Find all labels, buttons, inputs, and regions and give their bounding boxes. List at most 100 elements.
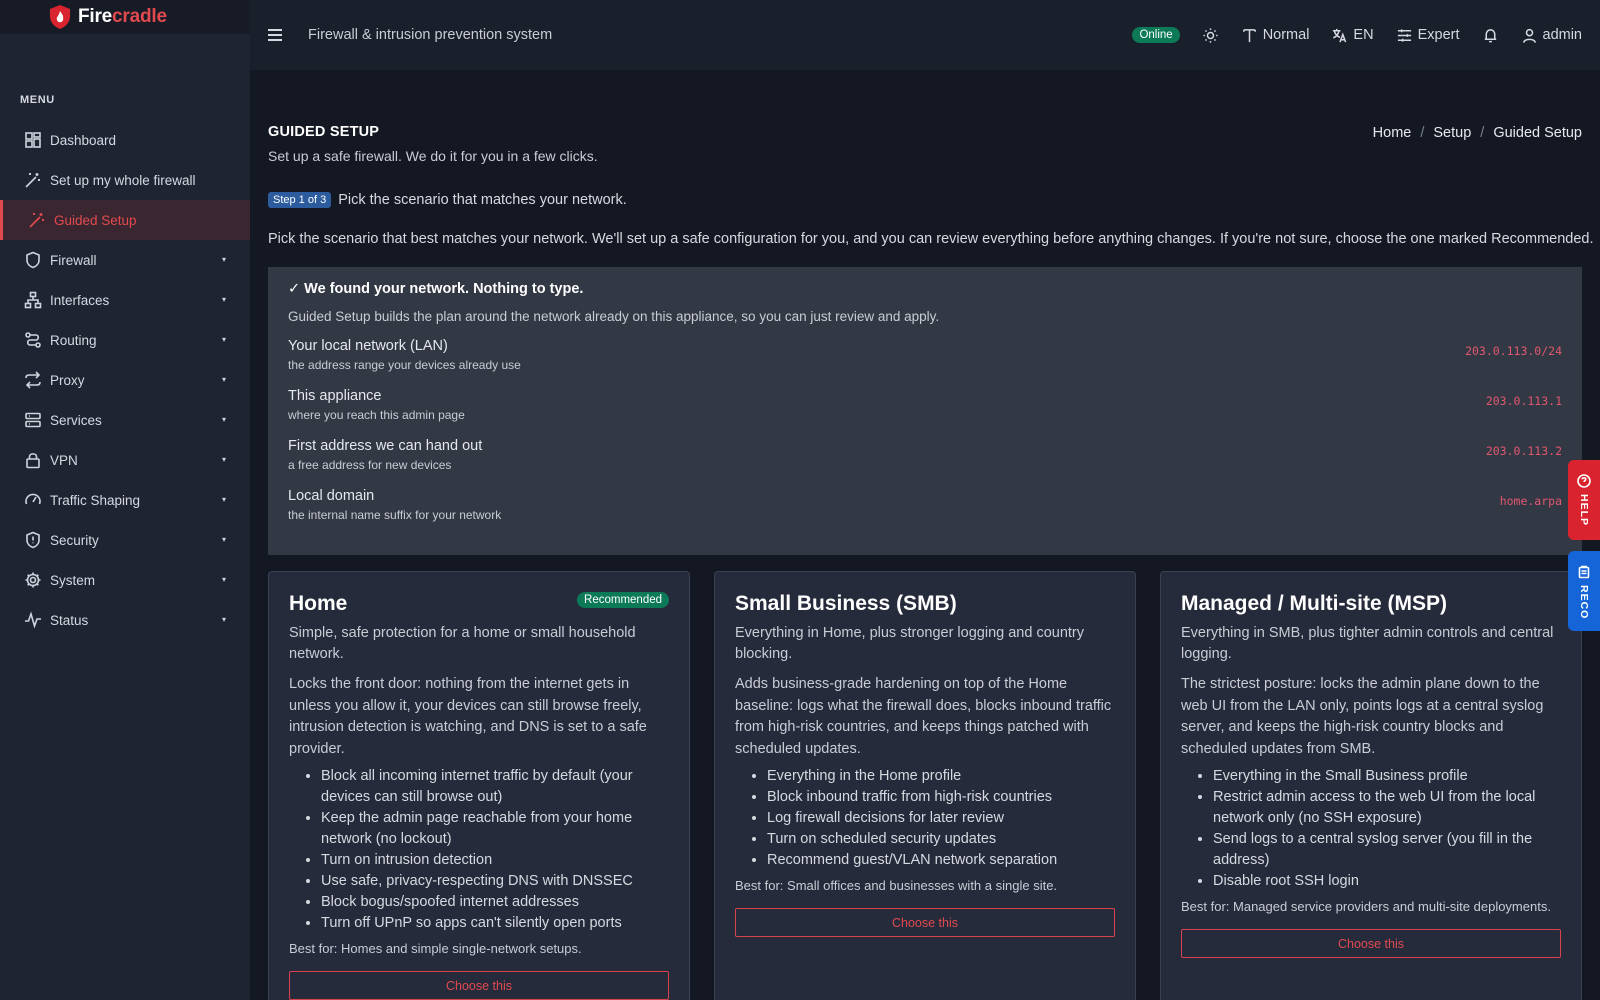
breadcrumb-home[interactable]: Home <box>1373 125 1412 141</box>
chevron-down-icon: ▾ <box>221 535 226 544</box>
sidebar-item-services[interactable]: Services ▾ <box>0 400 250 440</box>
sidebar-item-dashboard[interactable]: Dashboard <box>0 120 250 160</box>
network-row-value: 203.0.113.1 <box>1485 394 1562 408</box>
card-subtitle: Simple, safe protection for a home or sm… <box>289 625 636 662</box>
breadcrumb-setup[interactable]: Setup <box>1433 125 1471 141</box>
sidebar-item-security[interactable]: Security ▾ <box>0 520 250 560</box>
reco-tab[interactable]: RECO <box>1568 551 1600 631</box>
network-row-hint: the internal name suffix for your networ… <box>288 508 502 522</box>
list-item: Block all incoming internet traffic by d… <box>321 766 669 808</box>
sidebar-item-firewall[interactable]: Firewall ▾ <box>0 240 250 280</box>
step-badge: Step 1 of 3 <box>268 192 332 208</box>
sidebar-item-label: Interfaces <box>50 292 110 308</box>
list-item: Block inbound traffic from high-risk cou… <box>767 787 1115 808</box>
found-description: Guided Setup builds the plan around the … <box>288 309 940 324</box>
network-row: This appliance where you reach this admi… <box>288 376 1562 426</box>
sidebar-item-vpn[interactable]: VPN ▾ <box>0 440 250 480</box>
list-item: Turn off UPnP so apps can't silently ope… <box>321 913 669 934</box>
sidebar-item-routing[interactable]: Routing ▾ <box>0 320 250 360</box>
magic-wand-icon <box>28 211 46 229</box>
user-icon <box>1522 28 1536 43</box>
sidebar-item-label: Status <box>50 612 89 628</box>
help-tab-label: HELP <box>1578 494 1590 527</box>
sidebar-item-label: Guided Setup <box>54 212 137 228</box>
reco-tab-label: RECO <box>1578 585 1590 620</box>
network-row: Local domain the internal name suffix fo… <box>288 476 1562 526</box>
brand[interactable]: Firecradle <box>0 0 250 34</box>
card-best-for: Best for: Managed service providers and … <box>1181 899 1551 914</box>
topbar-actions: Online Normal EN Expert admin <box>1132 0 1582 70</box>
brand-name: Firecradle <box>78 6 167 27</box>
theme-toggle-button[interactable] <box>1202 27 1219 44</box>
sidebar-item-label: Set up my whole firewall <box>50 172 196 188</box>
user-menu-button[interactable]: admin <box>1521 27 1582 44</box>
sidebar-item-status[interactable]: Status ▾ <box>0 600 250 640</box>
recommended-badge: Recommended <box>577 592 669 608</box>
card-feature-list: Everything in the Small Business profile… <box>1181 766 1561 892</box>
step-text: Pick the scenario that matches your netw… <box>338 192 627 208</box>
chevron-down-icon: ▾ <box>221 575 226 584</box>
sidebar-item-label: Routing <box>50 332 97 348</box>
chevron-down-icon: ▾ <box>221 455 226 464</box>
sidebar-item-interfaces[interactable]: Interfaces ▾ <box>0 280 250 320</box>
clipboard-icon <box>1578 565 1590 579</box>
lock-icon <box>24 451 42 469</box>
route-icon <box>24 331 42 349</box>
step-indicator: Step 1 of 3 Pick the scenario that match… <box>268 192 627 208</box>
bell-icon <box>1484 28 1496 42</box>
breadcrumb-separator: / <box>1420 125 1425 141</box>
mode-button[interactable]: Expert <box>1396 27 1460 44</box>
topbar-title: Firewall & intrusion prevention system <box>308 27 553 43</box>
sidebar-item-system[interactable]: System ▾ <box>0 560 250 600</box>
sidebar-item-guided-setup[interactable]: Guided Setup <box>0 200 250 240</box>
shield-flame-icon <box>50 5 70 29</box>
font-size-button[interactable]: Normal <box>1241 27 1309 44</box>
choose-msp-button[interactable]: Choose this <box>1181 929 1561 958</box>
card-description: Adds business-grade hardening on top of … <box>735 676 1112 757</box>
sidebar-item-setup-whole-firewall[interactable]: Set up my whole firewall <box>0 160 250 200</box>
sidebar-item-label: Proxy <box>50 372 85 388</box>
scenario-card-smb[interactable]: Small Business (SMB) Everything in Home,… <box>714 571 1136 1000</box>
sun-icon <box>1203 27 1218 43</box>
sidebar-item-label: Firewall <box>50 252 97 268</box>
sliders-icon <box>1397 28 1411 42</box>
dashboard-icon <box>24 131 42 149</box>
network-found-panel: ✓ We found your network. Nothing to type… <box>268 267 1582 555</box>
text-size-icon <box>1242 28 1256 42</box>
hamburger-menu-icon[interactable] <box>268 29 282 41</box>
scenario-card-home[interactable]: Home Recommended Simple, safe protection… <box>268 571 690 1000</box>
sidebar-item-proxy[interactable]: Proxy ▾ <box>0 360 250 400</box>
scenario-card-msp[interactable]: Managed / Multi-site (MSP) Everything in… <box>1160 571 1582 1000</box>
network-row: Your local network (LAN) the address ran… <box>288 326 1562 376</box>
card-subtitle: Everything in Home, plus stronger loggin… <box>735 625 1084 662</box>
mode-label: Expert <box>1417 27 1460 43</box>
chevron-down-icon: ▾ <box>221 295 226 304</box>
language-button[interactable]: EN <box>1331 27 1374 44</box>
card-description: Locks the front door: nothing from the i… <box>289 676 647 757</box>
list-item: Disable root SSH login <box>1213 871 1561 892</box>
shield-icon <box>24 251 42 269</box>
list-item: Turn on intrusion detection <box>321 850 669 871</box>
list-item: Recommend guest/VLAN network separation <box>767 850 1115 871</box>
chevron-down-icon: ▾ <box>221 375 226 384</box>
network-row-label: Local domain <box>288 488 375 504</box>
network-row-value: 203.0.113.2 <box>1485 444 1562 458</box>
list-item: Log firewall decisions for later review <box>767 808 1115 829</box>
sidebar-item-traffic-shaping[interactable]: Traffic Shaping ▾ <box>0 480 250 520</box>
page-title: GUIDED SETUP <box>268 124 380 140</box>
network-row-label: First address we can hand out <box>288 438 483 454</box>
choose-smb-button[interactable]: Choose this <box>735 908 1115 937</box>
choose-home-button[interactable]: Choose this <box>289 971 669 1000</box>
gauge-icon <box>24 491 42 509</box>
list-item: Use safe, privacy-respecting DNS with DN… <box>321 871 669 892</box>
language-label: EN <box>1353 27 1374 43</box>
intro-text: Pick the scenario that best matches your… <box>268 231 1594 247</box>
breadcrumb-separator: / <box>1480 125 1485 141</box>
notifications-button[interactable] <box>1482 27 1499 44</box>
sidebar-item-label: Traffic Shaping <box>50 492 141 508</box>
chevron-down-icon: ▾ <box>221 255 226 264</box>
help-circle-icon <box>1577 474 1591 488</box>
chevron-down-icon: ▾ <box>221 415 226 424</box>
card-description: The strictest posture: locks the admin p… <box>1181 676 1544 757</box>
help-tab[interactable]: HELP <box>1568 460 1600 540</box>
